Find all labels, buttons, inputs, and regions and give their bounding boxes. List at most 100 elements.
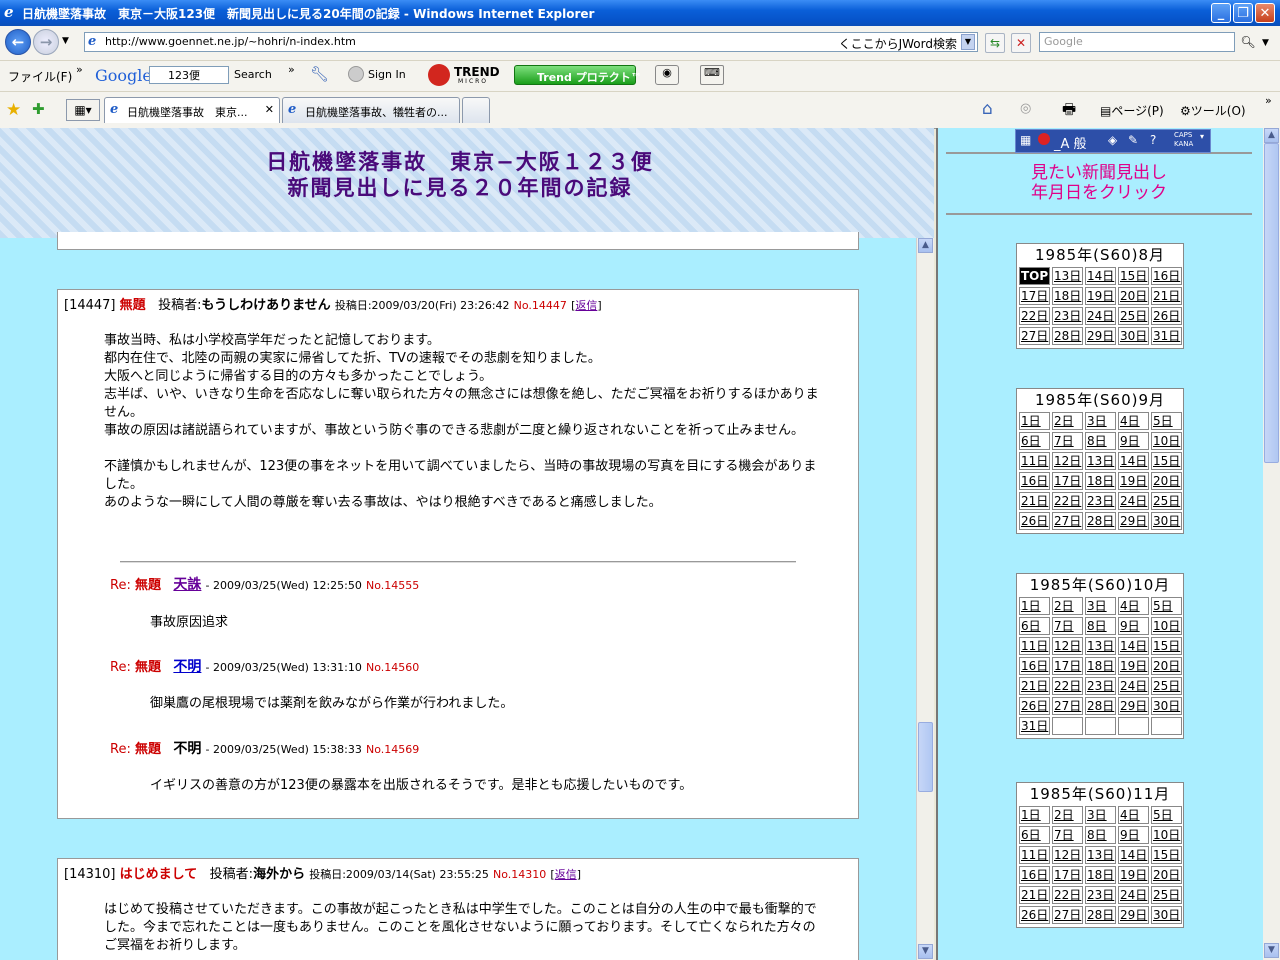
calendar-day-link[interactable]: 2日 — [1052, 412, 1083, 430]
calendar-day-link[interactable]: 15日 — [1118, 267, 1149, 285]
calendar-day-link[interactable]: 3日 — [1085, 806, 1116, 824]
search-options-icon[interactable]: ▼ — [1262, 38, 1269, 48]
calendar-day-link[interactable]: 5日 — [1151, 806, 1182, 824]
calendar-day-link[interactable]: 23日 — [1052, 307, 1083, 325]
calendar-day-link[interactable]: 2日 — [1052, 597, 1083, 615]
address-dropdown-icon[interactable]: ▼ — [961, 34, 975, 50]
calendar-day-link[interactable]: 1日 — [1019, 806, 1050, 824]
refresh-button[interactable]: ⇆ — [985, 33, 1005, 53]
calendar-day-link[interactable]: 27日 — [1019, 327, 1050, 345]
calendar-day-link[interactable]: 27日 — [1052, 512, 1083, 530]
tools-menu[interactable]: ⚙ツール(O) — [1180, 102, 1246, 119]
scroll-up-icon[interactable]: ▲ — [1264, 128, 1279, 143]
calendar-day-link[interactable]: 13日 — [1085, 846, 1116, 864]
calendar-day-link[interactable]: 30日 — [1118, 327, 1149, 345]
calendar-day-link[interactable]: 14日 — [1118, 637, 1149, 655]
calendar-day-link[interactable]: 22日 — [1052, 492, 1083, 510]
calendar-day-link[interactable]: 13日 — [1052, 267, 1083, 285]
new-tab-button[interactable] — [462, 97, 490, 123]
minimize-button[interactable]: _ — [1211, 3, 1231, 23]
calendar-day-link[interactable]: 5日 — [1151, 412, 1182, 430]
calendar-day-link[interactable]: 16日 — [1151, 267, 1182, 285]
google-search-button[interactable]: Search — [234, 68, 272, 81]
reply-author-link[interactable]: 不明 — [173, 659, 201, 675]
address-field[interactable]: e http://www.goennet.ne.jp/~hohri/n-inde… — [84, 32, 978, 52]
calendar-day-link[interactable]: TOP — [1019, 267, 1050, 285]
calendar-day-link[interactable]: 4日 — [1118, 412, 1149, 430]
calendar-day-link[interactable]: 21日 — [1019, 677, 1050, 695]
calendar-day-link[interactable]: 13日 — [1085, 637, 1116, 655]
calendar-day-link[interactable]: 28日 — [1085, 697, 1116, 715]
quick-tabs-icon[interactable]: ▦▾ — [66, 99, 100, 121]
calendar-day-link[interactable]: 22日 — [1052, 886, 1083, 904]
calendar-day-link[interactable]: 25日 — [1118, 307, 1149, 325]
calendar-day-link[interactable]: 6日 — [1019, 617, 1050, 635]
calendar-day-link[interactable]: 13日 — [1085, 452, 1116, 470]
calendar-day-link[interactable]: 30日 — [1151, 697, 1182, 715]
calendar-day-link[interactable]: 19日 — [1085, 287, 1116, 305]
calendar-day-link[interactable]: 29日 — [1118, 906, 1149, 924]
chevron-icon-2[interactable]: » — [288, 63, 295, 76]
calendar-day-link[interactable]: 1日 — [1019, 597, 1050, 615]
reply-author-link[interactable]: 天誅 — [173, 577, 201, 593]
reply-link[interactable]: 返信 — [555, 868, 577, 881]
calendar-day-link[interactable]: 17日 — [1052, 866, 1083, 884]
calendar-day-link[interactable]: 11日 — [1019, 637, 1050, 655]
calendar-day-link[interactable]: 18日 — [1085, 472, 1116, 490]
calendar-day-link[interactable]: 23日 — [1085, 677, 1116, 695]
calendar-day-link[interactable]: 14日 — [1118, 452, 1149, 470]
calendar-day-link[interactable]: 16日 — [1019, 866, 1050, 884]
close-button[interactable]: ✕ — [1255, 3, 1275, 23]
back-button[interactable]: ← — [5, 29, 31, 55]
chevron-icon-3[interactable]: » — [1265, 94, 1272, 107]
keyboard-icon[interactable]: ▦ — [1020, 133, 1031, 147]
page-menu[interactable]: ▤ページ(P) — [1100, 102, 1164, 119]
calendar-day-link[interactable]: 7日 — [1052, 432, 1083, 450]
calendar-day-link[interactable]: 7日 — [1052, 826, 1083, 844]
keyboard-icon[interactable]: ⌨ — [700, 65, 724, 85]
print-icon[interactable]: 🖶︎ — [1062, 99, 1076, 124]
calendar-day-link[interactable]: 31日 — [1151, 327, 1182, 345]
calendar-day-link[interactable]: 10日 — [1151, 432, 1182, 450]
calendar-day-link[interactable]: 20日 — [1151, 657, 1182, 675]
scroll-down-icon[interactable]: ▼ — [1264, 943, 1279, 958]
home-icon[interactable]: ⌂ — [982, 99, 993, 119]
calendar-day-link[interactable]: 17日 — [1052, 472, 1083, 490]
help-icon[interactable]: ? — [1150, 133, 1156, 147]
calendar-day-link[interactable]: 19日 — [1118, 657, 1149, 675]
search-icon[interactable]: 🔍︎ — [1238, 33, 1258, 53]
calendar-day-link[interactable]: 12日 — [1052, 846, 1083, 864]
calendar-day-link[interactable]: 25日 — [1151, 677, 1182, 695]
calendar-day-link[interactable]: 27日 — [1052, 906, 1083, 924]
calendar-day-link[interactable]: 4日 — [1118, 806, 1149, 824]
jword-search[interactable]: くここからJWord検索 — [839, 35, 957, 52]
calendar-day-link[interactable]: 29日 — [1085, 327, 1116, 345]
calendar-day-link[interactable]: 2日 — [1052, 806, 1083, 824]
calendar-day-link[interactable]: 8日 — [1085, 826, 1116, 844]
favorites-star-icon[interactable]: ★ — [6, 100, 21, 120]
calendar-day-link[interactable]: 23日 — [1085, 886, 1116, 904]
forward-button[interactable]: → — [33, 29, 59, 55]
calendar-day-link[interactable]: 23日 — [1085, 492, 1116, 510]
calendar-day-link[interactable]: 28日 — [1052, 327, 1083, 345]
calendar-day-link[interactable]: 31日 — [1019, 717, 1050, 735]
scroll-thumb[interactable] — [918, 722, 933, 792]
calendar-day-link[interactable]: 25日 — [1151, 492, 1182, 510]
calendar-day-link[interactable]: 25日 — [1151, 886, 1182, 904]
calendar-day-link[interactable]: 24日 — [1085, 307, 1116, 325]
calendar-day-link[interactable]: 10日 — [1151, 617, 1182, 635]
calendar-day-link[interactable]: 14日 — [1118, 846, 1149, 864]
calendar-day-link[interactable]: 16日 — [1019, 657, 1050, 675]
calendar-day-link[interactable]: 5日 — [1151, 597, 1182, 615]
calendar-day-link[interactable]: 9日 — [1118, 617, 1149, 635]
calendar-day-link[interactable]: 14日 — [1085, 267, 1116, 285]
tab-2[interactable]: e 日航機墜落事故、犠牲者の... — [282, 97, 460, 123]
calendar-day-link[interactable]: 29日 — [1118, 512, 1149, 530]
calendar-day-link[interactable]: 22日 — [1052, 677, 1083, 695]
chevron-icon[interactable]: » — [76, 63, 83, 76]
calendar-day-link[interactable]: 17日 — [1019, 287, 1050, 305]
calendar-day-link[interactable]: 26日 — [1019, 906, 1050, 924]
ime-toolbar[interactable]: ▦ _A 般 ◈ ✎ ? CAPS KANA ▾ — [1015, 129, 1211, 153]
calendar-day-link[interactable]: 16日 — [1019, 472, 1050, 490]
calendar-day-link[interactable]: 15日 — [1151, 452, 1182, 470]
